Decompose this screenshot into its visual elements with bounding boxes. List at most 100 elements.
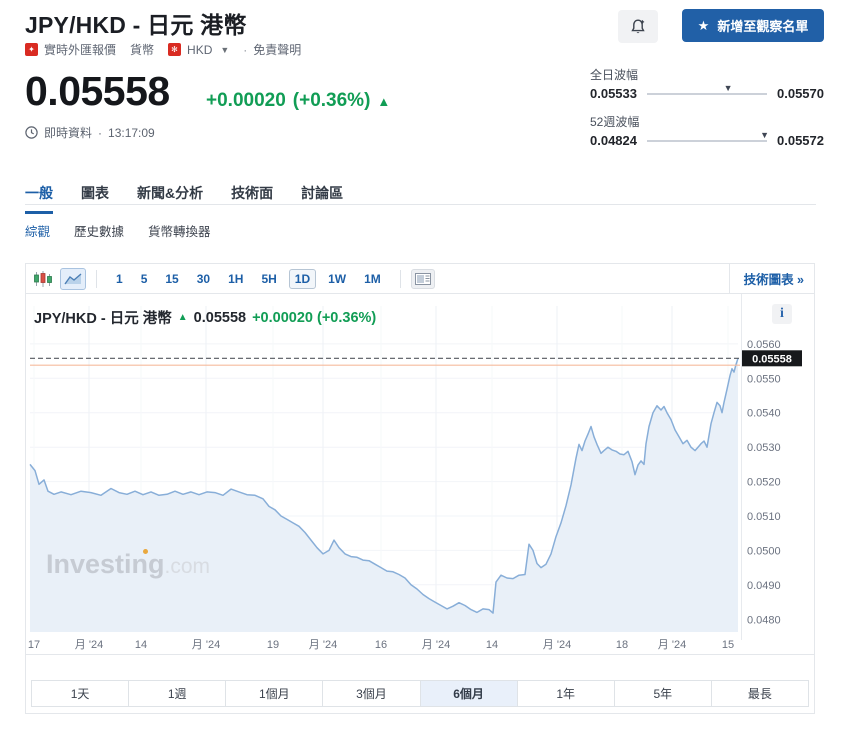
time-separator: · — [98, 126, 102, 140]
price-chart-svg[interactable]: 0.05600.05500.05400.05300.05200.05100.05… — [26, 294, 814, 655]
chart-zone: JPY/HKD - 日元 港幣 ▲ 0.05558 +0.00020 (+0.3… — [26, 294, 814, 655]
x-tick-label: 15 — [722, 639, 734, 651]
pair-label: HKD — [187, 43, 212, 57]
up-triangle-icon: ▲ — [377, 94, 390, 109]
main-tabs: 一般 圖表 新聞&分析 技術面 討論區 — [25, 183, 343, 214]
chart-symbol: JPY/HKD - 日元 港幣 — [34, 307, 172, 328]
week52-range-high: 0.05572 — [777, 133, 824, 148]
toolbar-separator — [400, 270, 401, 288]
dot-separator: · — [243, 43, 247, 57]
realtime-label: 即時資料 — [44, 124, 92, 141]
range-button-3m[interactable]: 3個月 — [322, 681, 419, 706]
x-tick-label: 17 — [28, 639, 40, 651]
timeframe-30[interactable]: 30 — [191, 269, 216, 289]
subtab-historical-data[interactable]: 歷史數據 — [74, 221, 124, 240]
y-tick-label: 0.0560 — [747, 339, 781, 351]
news-panel-icon — [415, 273, 431, 285]
x-tick-label: 16 — [375, 639, 387, 651]
create-alert-button[interactable] — [618, 10, 658, 43]
x-tick-label: 月 '24 — [543, 639, 571, 651]
subtab-currency-converter[interactable]: 貨幣轉換器 — [148, 221, 211, 240]
range-button-6m[interactable]: 6個月 — [420, 681, 517, 706]
timeframe-1w[interactable]: 1W — [322, 269, 352, 289]
week52-range-marker: ▼ — [760, 130, 769, 140]
area-chart-button[interactable] — [60, 268, 86, 290]
breadcrumb-currencies[interactable]: 貨幣 — [130, 41, 154, 58]
current-price-badge-label: 0.05558 — [752, 353, 792, 365]
add-to-watchlist-label: 新增至觀察名單 — [717, 16, 808, 35]
price-change: +0.00020 (+0.36%) ▲ — [206, 90, 390, 112]
quote-time: 13:17:09 — [108, 126, 155, 140]
x-tick-label: 18 — [616, 639, 628, 651]
timeframe-5[interactable]: 5 — [135, 269, 154, 289]
chart-info-button[interactable]: i — [772, 304, 792, 324]
day-range-label: 全日波幅 — [590, 66, 824, 83]
timeframe-1h[interactable]: 1H — [222, 269, 249, 289]
disclaimer-link[interactable]: · 免責聲明 — [243, 41, 301, 58]
sub-tabs: 綜觀 歷史數據 貨幣轉換器 — [25, 221, 211, 240]
chart-change: +0.00020 (+0.36%) — [252, 310, 376, 326]
tab-discussions[interactable]: 討論區 — [301, 183, 343, 214]
tab-news-analysis[interactable]: 新聞&分析 — [137, 183, 203, 214]
change-percent: (+0.36%) — [293, 90, 371, 112]
week52-range-track: ▼ — [647, 140, 767, 142]
realtime-status: 即時資料 · 13:17:09 — [25, 124, 155, 141]
line-chart-icon — [64, 272, 82, 286]
breadcrumb-live-label: 實時外匯報價 — [44, 41, 116, 58]
range-button-5y[interactable]: 5年 — [614, 681, 711, 706]
week52-range-block: 52週波幅 0.04824 ▼ 0.05572 — [590, 113, 824, 148]
chart-last-price: 0.05558 — [194, 310, 246, 326]
technical-chart-link[interactable]: 技術圖表 » — [729, 264, 814, 294]
y-tick-label: 0.0480 — [747, 614, 781, 626]
add-to-watchlist-button[interactable]: ★ 新增至觀察名單 — [682, 9, 824, 42]
timeframe-1d[interactable]: 1D — [289, 269, 316, 289]
y-tick-label: 0.0490 — [747, 580, 781, 592]
y-tick-label: 0.0520 — [747, 477, 781, 489]
breadcrumb-live[interactable]: ✦ 實時外匯報價 — [25, 41, 116, 58]
x-tick-label: 14 — [135, 639, 147, 651]
price-area-fill — [30, 358, 738, 632]
timeframe-1m[interactable]: 1M — [358, 269, 387, 289]
range-button-1m[interactable]: 1個月 — [225, 681, 322, 706]
disclaimer-label: 免責聲明 — [253, 41, 301, 58]
day-range-marker: ▼ — [724, 83, 733, 93]
tab-technical[interactable]: 技術面 — [231, 183, 273, 214]
chart-news-button[interactable] — [411, 269, 435, 289]
last-price: 0.05558 — [25, 68, 170, 115]
clock-icon — [25, 126, 38, 139]
x-tick-label: 月 '24 — [422, 639, 450, 651]
x-tick-label: 14 — [486, 639, 498, 651]
range-button-1y[interactable]: 1年 — [517, 681, 614, 706]
range-button-max[interactable]: 最長 — [711, 681, 808, 706]
chart-toolbar: 1 5 15 30 1H 5H 1D 1W 1M 技術圖表 » — [26, 264, 814, 294]
y-tick-label: 0.0500 — [747, 545, 781, 557]
tabs-divider — [25, 204, 816, 205]
hk-flag-icon: ✻ — [168, 43, 181, 56]
breadcrumb: ✦ 實時外匯報價 貨幣 ✻ HKD ▼ · 免責聲明 — [25, 41, 301, 58]
chart-up-triangle-icon: ▲ — [178, 312, 188, 323]
timeframe-5h[interactable]: 5H — [255, 269, 282, 289]
pair-selector[interactable]: ✻ HKD ▼ — [168, 43, 229, 57]
live-quotes-icon: ✦ — [25, 43, 38, 56]
quote-page: JPY/HKD - 日元 港幣 ✦ 實時外匯報價 貨幣 ✻ HKD ▼ · 免責… — [0, 0, 841, 752]
y-tick-label: 0.0550 — [747, 373, 781, 385]
candlestick-chart-button[interactable] — [34, 271, 52, 287]
timeframe-15[interactable]: 15 — [159, 269, 184, 289]
day-range-block: 全日波幅 0.05533 ▼ 0.05570 — [590, 66, 824, 101]
tab-general[interactable]: 一般 — [25, 183, 53, 214]
x-tick-label: 月 '24 — [309, 639, 337, 651]
tab-charts[interactable]: 圖表 — [81, 183, 109, 214]
timeframe-1[interactable]: 1 — [110, 269, 129, 289]
bell-plus-icon — [629, 18, 647, 36]
candlestick-icon — [34, 271, 52, 287]
star-icon: ★ — [698, 18, 710, 34]
x-tick-label: 月 '24 — [75, 639, 103, 651]
page-title: JPY/HKD - 日元 港幣 — [25, 6, 247, 40]
subtab-overview[interactable]: 綜觀 — [25, 221, 50, 240]
week52-range-label: 52週波幅 — [590, 113, 824, 130]
day-range-high: 0.05570 — [777, 86, 824, 101]
breadcrumb-currencies-label: 貨幣 — [130, 41, 154, 58]
x-tick-label: 月 '24 — [192, 639, 220, 651]
range-button-1w[interactable]: 1週 — [128, 681, 225, 706]
range-button-1d[interactable]: 1天 — [32, 681, 128, 706]
